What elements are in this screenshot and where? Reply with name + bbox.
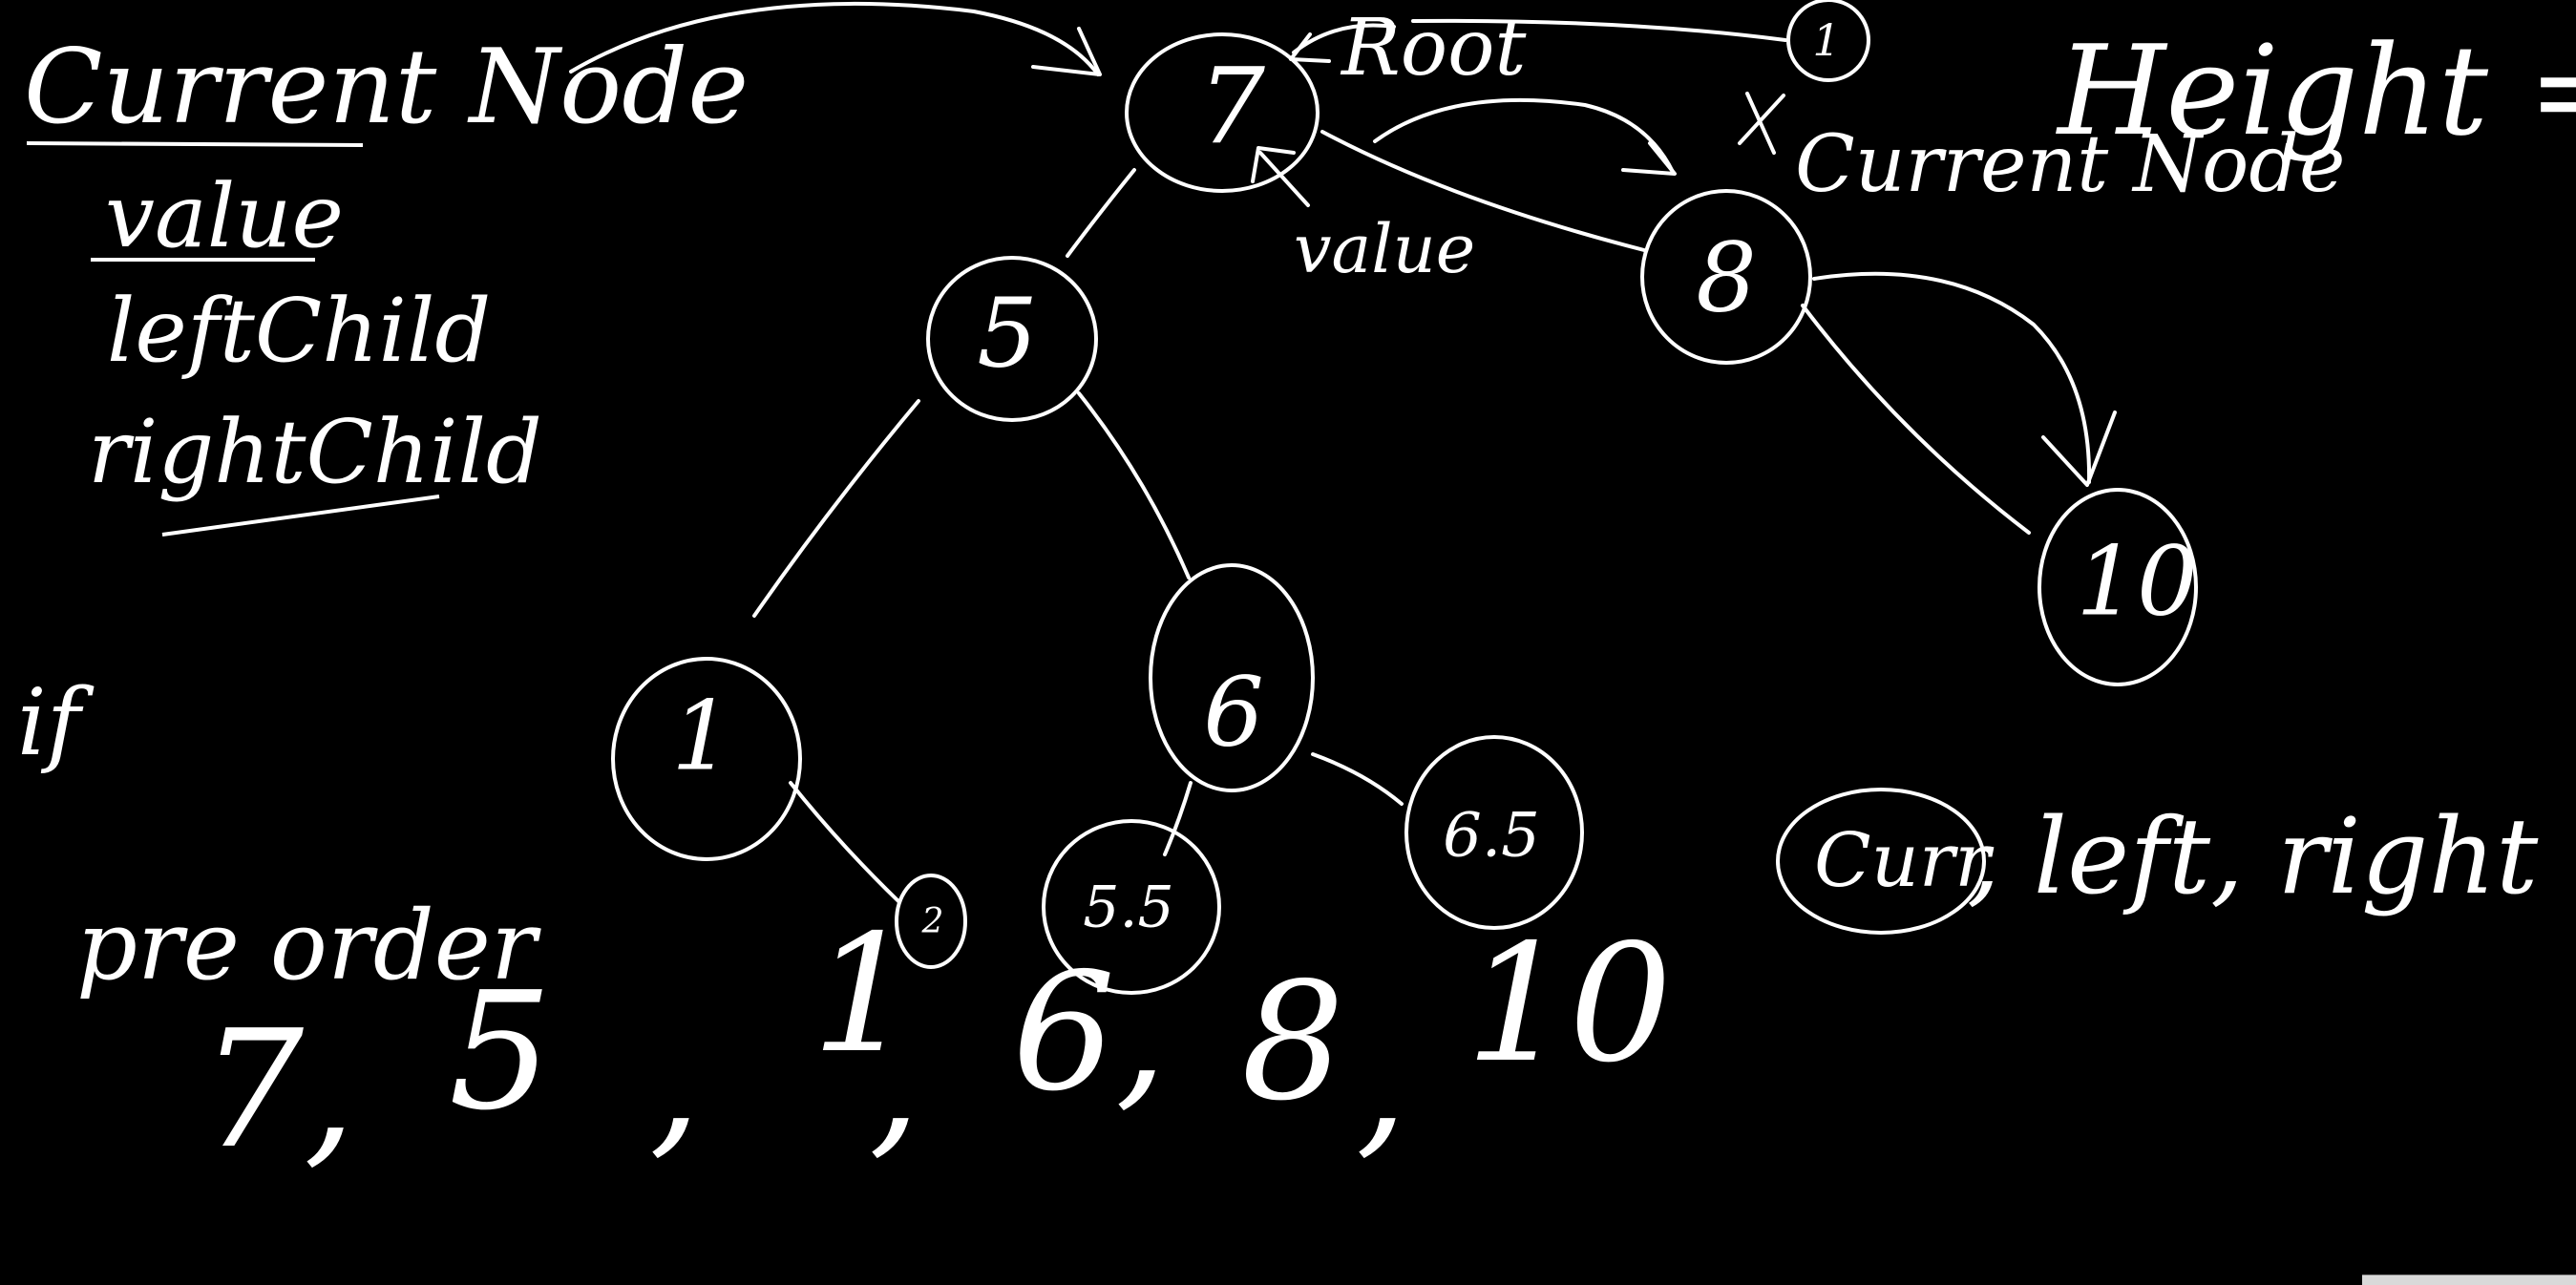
preorder-item-8: 8 (1241, 948, 1344, 1137)
node-label-1: 1 (671, 681, 732, 792)
node-label-6: 6 (1203, 657, 1264, 769)
current-node-underline (26, 141, 364, 147)
preorder-item-7: 7, (201, 996, 355, 1185)
root-label: Root (1340, 3, 1527, 94)
preorder-item-10: 10 (1466, 910, 1672, 1099)
current-node-title: Current Node (24, 28, 749, 147)
field-value: value (105, 165, 344, 267)
node-label-2: 2 (921, 902, 944, 941)
small-circle-label: 1 (1812, 14, 1840, 66)
preorder-item-comma-1: , (649, 986, 701, 1175)
node-label-6-5: 6.5 (1443, 801, 1540, 872)
field-rightchild: rightChild (88, 401, 542, 503)
node-label-8: 8 (1696, 222, 1757, 334)
rule-left-right: , left, right (1967, 795, 2539, 917)
preorder-item-6: 6, (1012, 938, 1167, 1127)
whiteboard-canvas: 7 5 8 10 1 6 2 5.5 6.5 1 Current Node va… (0, 0, 2576, 1285)
preorder-item-comma-3: , (1356, 986, 1407, 1175)
node-label-5-5: 5.5 (1083, 874, 1173, 941)
node-label-10: 10 (2076, 526, 2197, 638)
node-label-5: 5 (977, 278, 1038, 390)
preorder-item-comma-2: , (869, 986, 920, 1175)
current-node-right-label: Current Node (1795, 119, 2345, 210)
status-strip (2362, 1274, 2576, 1285)
preorder-item-5: 5 (449, 958, 552, 1147)
field-leftchild: leftChild (107, 280, 491, 382)
value-label: value (1294, 210, 1475, 288)
node-label-7: 7 (1198, 45, 1265, 167)
